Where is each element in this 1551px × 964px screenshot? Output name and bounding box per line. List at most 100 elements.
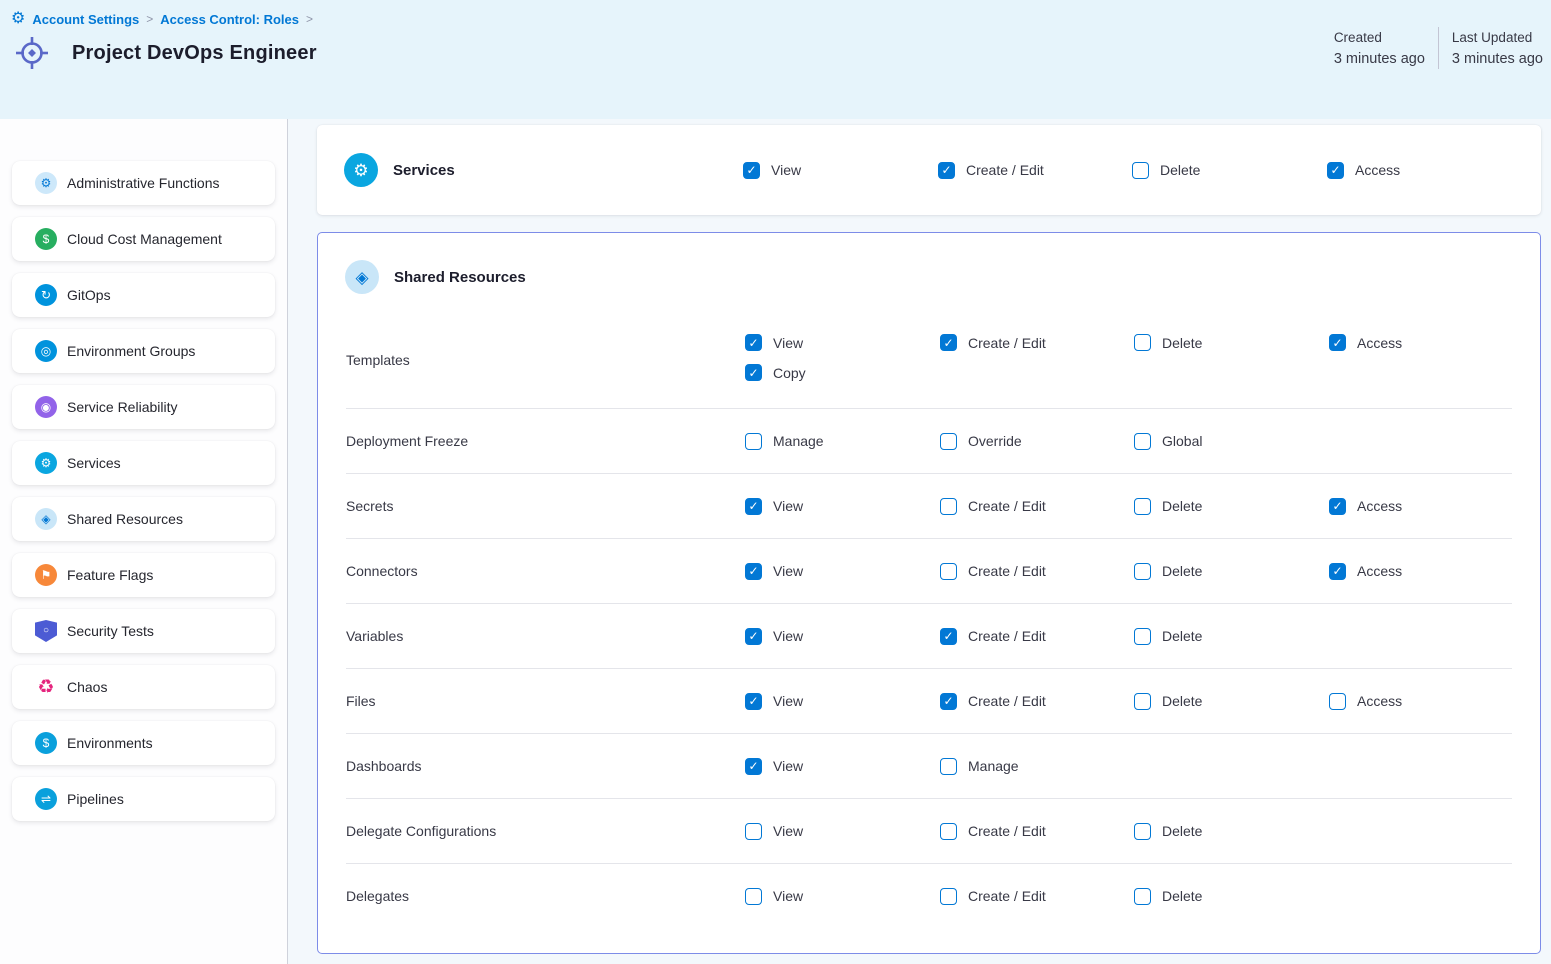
permission-label: View [773,888,803,904]
checkbox-create-edit[interactable] [940,563,957,580]
shared-resources-icon: ◈ [35,508,57,530]
checkbox-view[interactable] [745,563,762,580]
last-updated-value: 3 minutes ago [1452,51,1543,67]
permission: View [745,334,940,351]
shared-resources-card-icon: ◈ [345,260,379,294]
meta-divider [1438,27,1439,69]
sidebar-item-label: Security Tests [67,623,154,639]
sidebar-item-label: Service Reliability [67,399,177,415]
checkbox-create-edit[interactable] [940,888,957,905]
checkbox-access[interactable] [1329,334,1346,351]
checkbox-view[interactable] [745,334,762,351]
checkbox-delete[interactable] [1132,162,1149,179]
permission: Manage [940,758,1134,775]
permission-col: View [745,693,940,710]
sidebar-item-feature-flags[interactable]: ⚑ Feature Flags [12,553,275,597]
checkbox-create-edit[interactable] [940,498,957,515]
services-card-icon: ⚙ [344,153,378,187]
checkbox-copy[interactable] [745,364,762,381]
sidebar-item-chaos[interactable]: ♻ Chaos [12,665,275,709]
sidebar-item-service-reliability[interactable]: ◉ Service Reliability [12,385,275,429]
permission-label: Delete [1160,162,1200,178]
permission-col: View [745,498,940,515]
checkbox-access[interactable] [1329,563,1346,580]
checkbox-access[interactable] [1329,693,1346,710]
sidebar-item-cloud-cost-management[interactable]: $ Cloud Cost Management [12,217,275,261]
checkbox-create-edit[interactable] [940,823,957,840]
sidebar-item-environment-groups[interactable]: ◎ Environment Groups [12,329,275,373]
checkbox-delete[interactable] [1134,628,1151,645]
permission-label: Copy [773,365,806,381]
permission-label: Delete [1162,628,1202,644]
created-block: Created 3 minutes ago [1334,30,1425,67]
checkbox-view[interactable] [745,823,762,840]
resource-row-delegate-configurations: Delegate Configurations View Create / Ed… [346,798,1512,863]
page-header: ⚙ Account Settings > Access Control: Rol… [0,0,1551,119]
checkbox-delete[interactable] [1134,498,1151,515]
permission-col: Access [1329,311,1512,351]
permission-col: Create / Edit [940,311,1134,351]
sidebar-item-pipelines[interactable]: ⇌ Pipelines [12,777,275,821]
checkbox-view[interactable] [745,628,762,645]
breadcrumb-link-access-control-roles[interactable]: Access Control: Roles [160,12,299,27]
sidebar-item-shared-resources[interactable]: ◈ Shared Resources [12,497,275,541]
checkbox-access[interactable] [1327,162,1344,179]
checkbox-delete[interactable] [1134,693,1151,710]
sidebar-item-label: Pipelines [67,791,124,807]
sidebar-item-administrative-functions[interactable]: ⚙ Administrative Functions [12,161,275,205]
sidebar-item-environments[interactable]: $ Environments [12,721,275,765]
checkbox-view[interactable] [743,162,760,179]
checkbox-delete[interactable] [1134,334,1151,351]
sidebar-item-gitops[interactable]: ↻ GitOps [12,273,275,317]
resource-row-variables: Variables View Create / Edit Delete [346,603,1512,668]
permission-label: View [773,758,803,774]
permission-label: Create / Edit [968,693,1046,709]
breadcrumb-link-account-settings[interactable]: Account Settings [32,12,139,27]
permission-label: Delete [1162,498,1202,514]
sidebar-item-label: Chaos [67,679,107,695]
permission-label: Delete [1162,335,1202,351]
permission-label: View [771,162,801,178]
permission-label: View [773,628,803,644]
sidebar-item-security-tests[interactable]: ○ Security Tests [12,609,275,653]
checkbox-delete[interactable] [1134,563,1151,580]
checkbox-delete[interactable] [1134,888,1151,905]
checkbox-override[interactable] [940,433,957,450]
permission-label: Access [1355,162,1400,178]
resource-label: Templates [346,352,745,368]
permission-label: Delete [1162,693,1202,709]
sidebar-item-label: Environment Groups [67,343,195,359]
permission: Copy [745,364,940,381]
services-card-title: Services [393,162,455,179]
checkbox-global[interactable] [1134,433,1151,450]
breadcrumb: ⚙ Account Settings > Access Control: Rol… [0,0,1551,27]
checkbox-create-edit[interactable] [940,693,957,710]
sidebar-item-label: Cloud Cost Management [67,231,222,247]
checkbox-view[interactable] [745,758,762,775]
sidebar-item-services[interactable]: ⚙ Services [12,441,275,485]
permission-label: Access [1357,693,1402,709]
service-reliability-icon: ◉ [35,396,57,418]
sidebar-item-label: GitOps [67,287,111,303]
cloud-cost-dollar-icon: $ [35,228,57,250]
permission: Delete [1134,498,1329,515]
permission-col: Global [1134,433,1329,450]
checkbox-delete[interactable] [1134,823,1151,840]
checkbox-view[interactable] [745,498,762,515]
permission-label: Delete [1162,563,1202,579]
services-permission-col: View [743,162,938,179]
checkbox-access[interactable] [1329,498,1346,515]
permission: Delete [1134,823,1329,840]
checkbox-create-edit[interactable] [938,162,955,179]
permission-col: Create / Edit [940,498,1134,515]
checkbox-create-edit[interactable] [940,334,957,351]
permission-label: Override [968,433,1022,449]
permission: View [745,888,940,905]
checkbox-create-edit[interactable] [940,628,957,645]
checkbox-manage[interactable] [940,758,957,775]
services-permission-col: Access [1327,162,1513,179]
checkbox-manage[interactable] [745,433,762,450]
checkbox-view[interactable] [745,888,762,905]
permission-col: Delete [1134,693,1329,710]
checkbox-view[interactable] [745,693,762,710]
